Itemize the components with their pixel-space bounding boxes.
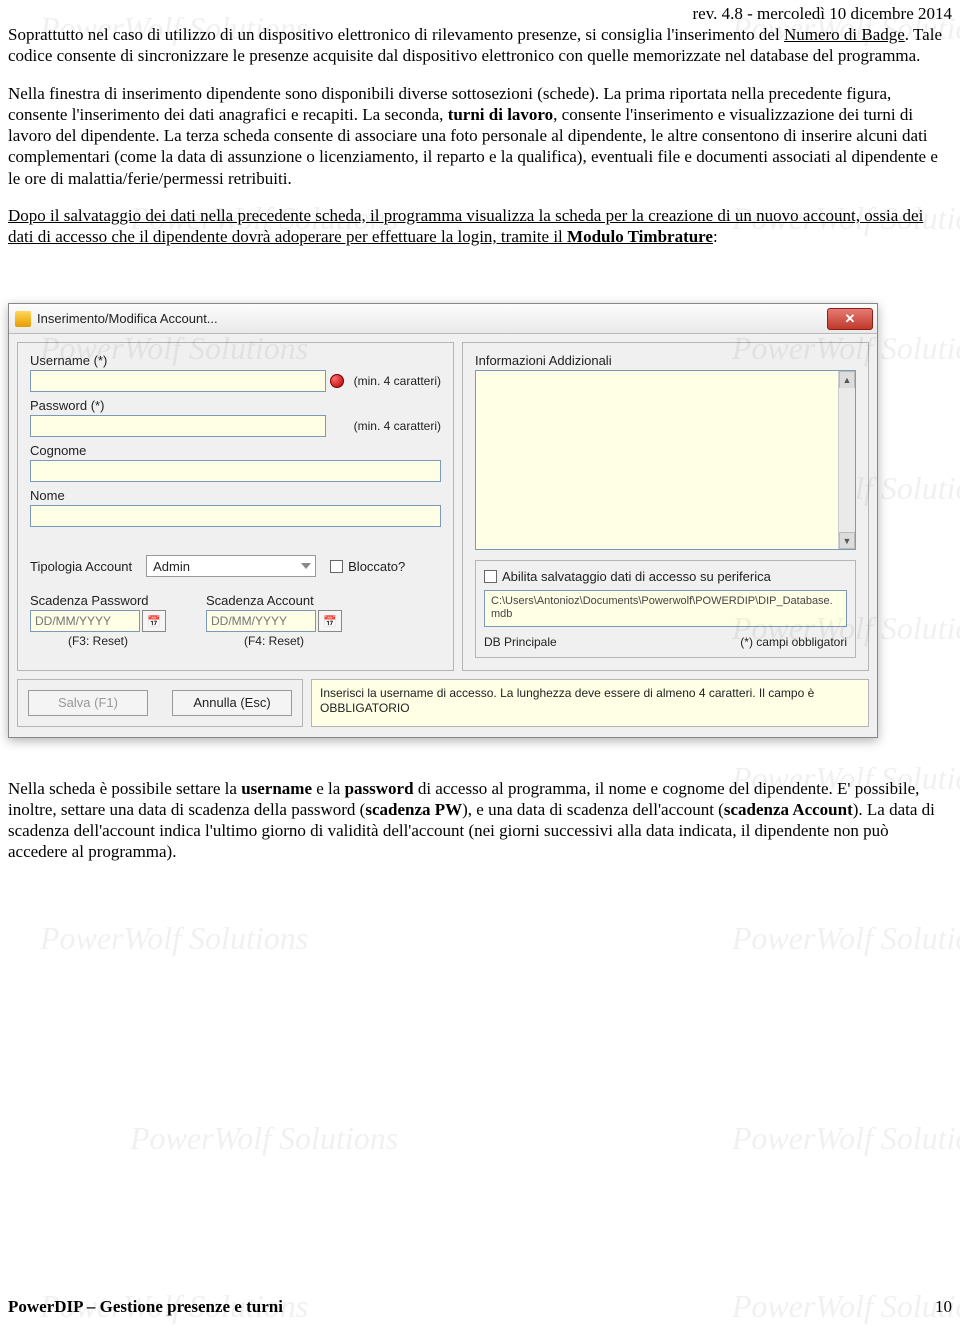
account-type-dropdown[interactable]: Admin	[146, 555, 316, 577]
scroll-down-icon[interactable]: ▼	[839, 532, 855, 549]
scrollbar[interactable]: ▲ ▼	[838, 371, 855, 549]
watermark: PowerWolf Solutions	[130, 1120, 398, 1157]
cognome-input[interactable]	[30, 460, 441, 482]
password-input[interactable]	[30, 415, 326, 437]
info-add-textarea[interactable]: ▲ ▼	[475, 370, 856, 550]
info-add-label: Informazioni Addizionali	[475, 353, 856, 368]
scroll-up-icon[interactable]: ▲	[839, 371, 855, 388]
password-hint: (min. 4 caratteri)	[354, 419, 441, 433]
scadenza-account-input[interactable]	[206, 610, 316, 632]
watermark: PowerWolf Solutions	[40, 920, 308, 957]
username-hint: (min. 4 caratteri)	[354, 374, 441, 388]
nome-label: Nome	[30, 488, 441, 503]
required-note: (*) campi obbligatori	[740, 635, 847, 649]
periph-panel: Abilita salvataggio dati di accesso su p…	[475, 560, 856, 657]
calendar-button-account[interactable]: 📅	[318, 610, 342, 632]
modulo-timbrature-link: Modulo Timbrature	[567, 227, 713, 246]
paragraph-1: Soprattutto nel caso di utilizzo di un d…	[8, 24, 952, 67]
paragraph-3: Dopo il salvataggio dei dati nella prece…	[8, 205, 952, 248]
password-label: Password (*)	[30, 398, 441, 413]
button-panel: Salva (F1) Annulla (Esc)	[17, 679, 303, 727]
status-indicator-icon	[330, 374, 344, 388]
scadenza-pw-label: Scadenza Password	[30, 593, 166, 608]
page-number: 10	[935, 1297, 952, 1317]
blocked-checkbox[interactable]	[330, 560, 343, 573]
calendar-button-pw[interactable]: 📅	[142, 610, 166, 632]
footer-title: PowerDIP – Gestione presenze e turni	[8, 1297, 283, 1317]
blocked-label: Bloccato?	[348, 559, 405, 574]
help-message: Inserisci la username di accesso. La lun…	[311, 679, 869, 727]
username-input[interactable]	[30, 370, 326, 392]
watermark: PowerWolf Solutions	[732, 1120, 960, 1157]
dialog-title: Inserimento/Modifica Account...	[37, 311, 827, 326]
chevron-down-icon	[301, 563, 311, 569]
left-panel: Username (*) (min. 4 caratteri) Password…	[17, 342, 454, 670]
f4-reset-hint: (F4: Reset)	[206, 634, 342, 648]
account-type-value: Admin	[153, 559, 190, 574]
right-panel: Informazioni Addizionali ▲ ▼ Abilita sal…	[462, 342, 869, 670]
save-button[interactable]: Salva (F1)	[28, 690, 148, 716]
calendar-icon: 📅	[147, 615, 161, 628]
paragraph-4: Nella scheda è possibile settare la user…	[8, 778, 952, 863]
account-dialog: Inserimento/Modifica Account... ✕ Userna…	[8, 303, 878, 737]
calendar-icon: 📅	[323, 615, 337, 628]
app-icon	[15, 311, 31, 327]
account-type-label: Tipologia Account	[30, 559, 132, 574]
dialog-titlebar: Inserimento/Modifica Account... ✕	[9, 304, 877, 334]
watermark: PowerWolf Solutions	[732, 920, 960, 957]
close-button[interactable]: ✕	[827, 308, 873, 330]
scadenza-account-label: Scadenza Account	[206, 593, 342, 608]
badge-link: Numero di Badge	[784, 25, 905, 44]
scadenza-pw-input[interactable]	[30, 610, 140, 632]
paragraph-2: Nella finestra di inserimento dipendente…	[8, 83, 952, 189]
save-periph-checkbox[interactable]	[484, 570, 497, 583]
f3-reset-hint: (F3: Reset)	[30, 634, 166, 648]
nome-input[interactable]	[30, 505, 441, 527]
cancel-button[interactable]: Annulla (Esc)	[172, 690, 292, 716]
close-icon: ✕	[845, 311, 856, 327]
save-periph-label: Abilita salvataggio dati di accesso su p…	[502, 569, 771, 584]
page-revision: rev. 4.8 - mercoledì 10 dicembre 2014	[0, 0, 960, 24]
username-label: Username (*)	[30, 353, 441, 368]
db-label: DB Principale	[484, 635, 557, 649]
page-footer: PowerDIP – Gestione presenze e turni 10	[8, 1297, 952, 1317]
cognome-label: Cognome	[30, 443, 441, 458]
db-path-display: C:\Users\Antonioz\Documents\Powerwolf\PO…	[484, 590, 847, 626]
